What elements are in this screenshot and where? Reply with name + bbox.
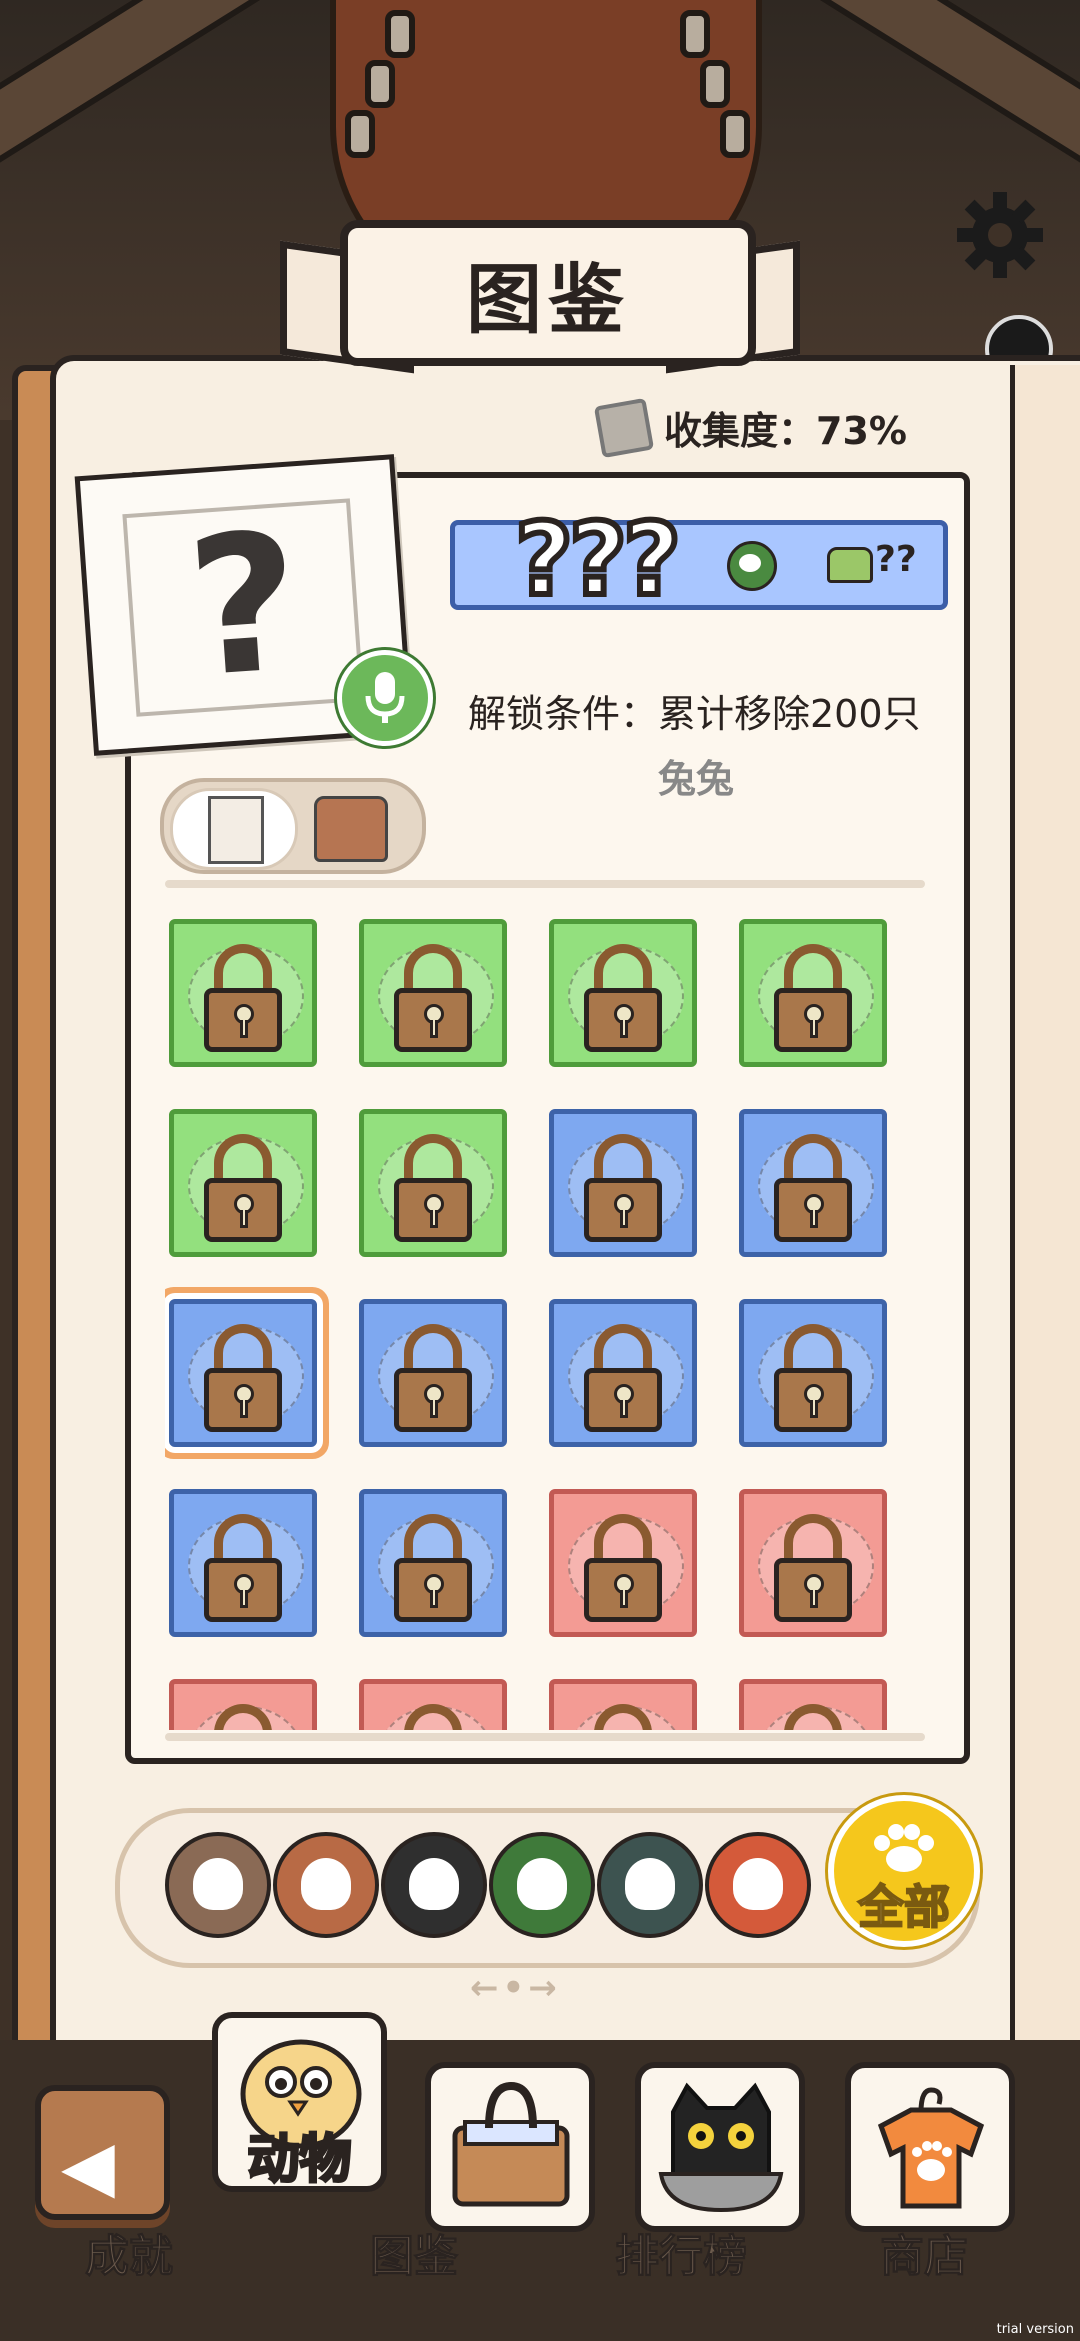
tab-label-achievements: 成就 <box>85 2231 174 2283</box>
filter-turtle-button[interactable] <box>597 1832 703 1938</box>
chain-link <box>700 60 730 108</box>
food-count: ?? <box>875 539 917 580</box>
chain-link <box>365 60 395 108</box>
locked-animal-card[interactable] <box>739 1109 887 1257</box>
locked-animal-card[interactable] <box>169 1299 317 1447</box>
shirt-icon[interactable] <box>314 796 388 862</box>
locked-animal-card[interactable] <box>359 919 507 1067</box>
tab-animals[interactable]: 动物 <box>212 2012 387 2192</box>
chain-link <box>680 10 710 58</box>
book-icon <box>593 397 655 458</box>
chain-link <box>345 110 375 158</box>
lock-icon-slot <box>430 1020 438 1038</box>
lock-icon-slot <box>240 1020 248 1038</box>
divider <box>165 880 925 888</box>
animal-grid <box>165 915 915 1730</box>
lock-icon-slot <box>810 1210 818 1228</box>
lock-icon-slot <box>430 1590 438 1608</box>
locked-animal-card[interactable] <box>739 1299 887 1447</box>
lock-icon-slot <box>620 1400 628 1418</box>
title-board: 图鉴 <box>340 220 756 366</box>
back-button[interactable]: ◀ <box>35 2085 170 2220</box>
shirt-shop-icon <box>877 2087 985 2209</box>
tab-basket[interactable] <box>425 2062 595 2232</box>
locked-animal-card[interactable] <box>169 919 317 1067</box>
lock-icon-slot <box>620 1590 628 1608</box>
certificate-icon[interactable] <box>208 796 264 864</box>
locked-animal-card[interactable] <box>739 1679 887 1730</box>
tab-leaderboard[interactable] <box>635 2062 805 2232</box>
tab-shop[interactable] <box>845 2062 1015 2232</box>
locked-animal-card[interactable] <box>739 1489 887 1637</box>
microphone-button[interactable] <box>337 650 433 746</box>
locked-animal-card[interactable] <box>739 919 887 1067</box>
microphone-icon <box>365 672 405 723</box>
basket-icon <box>452 2081 570 2207</box>
locked-animal-card[interactable] <box>359 1489 507 1637</box>
all-filter-button[interactable]: 全部 <box>828 1795 980 1947</box>
filter-red-creature-button[interactable] <box>705 1832 811 1938</box>
locked-animal-card[interactable] <box>169 1489 317 1637</box>
locked-animal-card[interactable] <box>169 1109 317 1257</box>
lock-icon-slot <box>810 1400 818 1418</box>
locked-animal-card[interactable] <box>549 1299 697 1447</box>
turtle-icon <box>625 1858 675 1910</box>
locked-animal-card[interactable] <box>359 1109 507 1257</box>
pager-indicator: ←•→ <box>470 1968 561 2008</box>
chain-link <box>385 10 415 58</box>
locked-animal-card[interactable] <box>549 1679 697 1730</box>
lock-icon-slot <box>810 1020 818 1038</box>
red-creature-icon <box>733 1858 783 1910</box>
filter-cat-face-button[interactable] <box>381 1832 487 1938</box>
watermark: trial version <box>996 2322 1074 2337</box>
lock-icon-slot <box>240 1400 248 1418</box>
back-arrow-icon: ◀ <box>61 2125 115 2207</box>
llama-icon <box>193 1858 243 1910</box>
locked-animal-card[interactable] <box>549 1109 697 1257</box>
lock-icon-slot <box>810 1590 818 1608</box>
frog-icon <box>517 1858 567 1910</box>
lock-icon-slot <box>430 1210 438 1228</box>
collection-progress: 收集度：73% <box>593 397 907 458</box>
black-cat-icon <box>658 2082 784 2213</box>
cat-face-icon <box>409 1858 459 1910</box>
unlock-target: 兔兔 <box>658 757 735 801</box>
locked-animal-card[interactable] <box>169 1679 317 1730</box>
chain-link <box>720 110 750 158</box>
locked-animal-card[interactable] <box>549 919 697 1067</box>
title-banner: 图鉴 <box>280 210 800 374</box>
locked-animal-card[interactable] <box>359 1679 507 1730</box>
unlock-condition: 解锁条件：累计移除200只 <box>468 692 921 736</box>
animal-name: ??? <box>512 498 684 621</box>
lock-icon-slot <box>620 1210 628 1228</box>
filter-frog-button[interactable] <box>489 1832 595 1938</box>
locked-animal-card[interactable] <box>359 1299 507 1447</box>
gear-icon[interactable] <box>955 190 1045 280</box>
locked-animal-card[interactable] <box>549 1489 697 1637</box>
animal-name-bar: ??? ?? <box>450 498 948 621</box>
lock-icon-slot <box>240 1210 248 1228</box>
habitat-icon <box>727 541 777 591</box>
all-filter-label: 全部 <box>857 1879 951 1935</box>
lock-icon-slot <box>620 1020 628 1038</box>
lock-icon-slot <box>240 1590 248 1608</box>
bird-icon <box>301 1858 351 1910</box>
food-icon <box>827 547 873 583</box>
paw-icon <box>874 1824 934 1872</box>
filter-llama-button[interactable] <box>165 1832 271 1938</box>
lock-icon-slot <box>430 1400 438 1418</box>
book-page-edge <box>1010 365 1080 2055</box>
grid-bottom-line <box>165 1733 925 1741</box>
tab-animals-label: 动物 <box>246 2129 353 2192</box>
view-toggle[interactable] <box>160 778 426 874</box>
page-title: 图鉴 <box>466 255 630 344</box>
filter-bird-button[interactable] <box>273 1832 379 1938</box>
collection-label: 收集度：73% <box>664 409 907 453</box>
animal-grid-scroll[interactable] <box>165 915 915 1730</box>
